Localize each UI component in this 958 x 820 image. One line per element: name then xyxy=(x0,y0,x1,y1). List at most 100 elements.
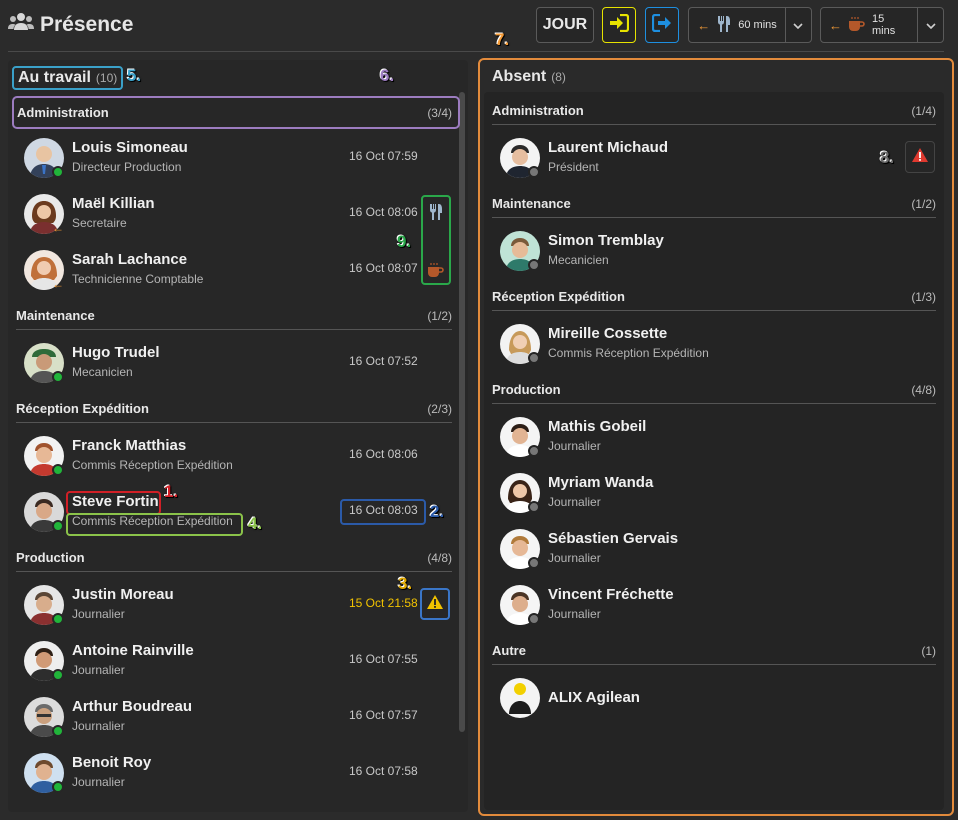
day-view-button[interactable]: JOUR xyxy=(536,7,594,43)
employee-row[interactable]: Sébastien Gervais Journalier xyxy=(500,523,900,575)
coffee-dropdown-toggle[interactable] xyxy=(917,8,943,42)
punch-time: 16 Oct 07:59 xyxy=(349,149,418,163)
present-status-dot xyxy=(52,613,64,625)
group-count: (1/2) xyxy=(911,196,936,211)
employee-row[interactable]: Hugo Trudel Mecanicien 16 Oct 07:52 xyxy=(24,337,424,389)
employee-role: Technicienne Comptable xyxy=(72,272,204,286)
present-status-dot xyxy=(52,725,64,737)
group-count: (1) xyxy=(921,643,936,658)
punch-time: 16 Oct 07:58 xyxy=(349,764,418,778)
group-count: (2/3) xyxy=(427,401,452,416)
meal-break-button[interactable]: ← 60 mins xyxy=(688,7,812,43)
group-name: Administration xyxy=(492,103,584,118)
employee-role: Journalier xyxy=(72,719,125,733)
absent-status-dot xyxy=(528,501,540,513)
employee-role-highlight xyxy=(66,513,243,536)
group-count: (1/4) xyxy=(911,103,936,118)
punch-time: 16 Oct 08:07 xyxy=(349,261,418,275)
group-name: Maintenance xyxy=(16,308,95,323)
annotation-marker-5: 5. xyxy=(127,66,142,85)
present-status-dot xyxy=(52,781,64,793)
group-count: (3/4) xyxy=(427,105,452,120)
employee-row[interactable]: Arthur Boudreau Journalier 16 Oct 07:57 xyxy=(24,691,424,743)
employee-role: Journalier xyxy=(72,607,125,621)
absent-status-dot xyxy=(528,166,540,178)
employee-row[interactable]: ALIX Agilean xyxy=(500,672,900,724)
employee-row[interactable]: Justin Moreau Journalier 15 Oct 21:58 xyxy=(24,579,424,631)
fork-knife-icon[interactable] xyxy=(428,203,444,226)
employee-row[interactable]: Myriam Wanda Journalier xyxy=(500,467,900,519)
on-break-arrow-icon: ← xyxy=(52,221,64,235)
employee-name: Mireille Cossette xyxy=(548,325,668,342)
absent-status-dot xyxy=(528,613,540,625)
absent-status-dot xyxy=(528,352,540,364)
employee-role: Journalier xyxy=(548,439,601,453)
group-count: (4/8) xyxy=(911,382,936,397)
group-header-maintenance[interactable]: Maintenance (1/2) xyxy=(492,190,936,218)
employee-name: Benoit Roy xyxy=(72,754,152,771)
group-count: (1/3) xyxy=(911,289,936,304)
at-work-scrollbar[interactable] xyxy=(459,92,465,732)
annotation-marker-2: 2. xyxy=(430,502,445,521)
annotation-marker-6: 6. xyxy=(380,66,395,85)
punch-in-icon xyxy=(609,13,630,37)
group-name: Réception Expédition xyxy=(492,289,625,304)
employee-row[interactable]: Antoine Rainville Journalier 16 Oct 07:5… xyxy=(24,635,424,687)
employee-role: Commis Réception Expédition xyxy=(548,346,709,360)
punch-time: 16 Oct 07:55 xyxy=(349,652,418,666)
fork-knife-icon xyxy=(716,15,732,36)
punch-out-button[interactable] xyxy=(645,7,679,43)
employee-row[interactable]: Mathis Gobeil Journalier xyxy=(500,411,900,463)
employee-name: Arthur Boudreau xyxy=(72,698,192,715)
group-header-reception-expedition[interactable]: Réception Expédition (1/3) xyxy=(492,283,936,311)
annotation-marker-9: 9. xyxy=(397,232,412,251)
employee-role: Commis Réception Expédition xyxy=(72,458,233,472)
employee-row[interactable]: Simon Tremblay Mecanicien xyxy=(500,225,900,277)
group-header-production[interactable]: Production (4/8) xyxy=(16,544,452,572)
annotation-marker-7: 7. xyxy=(495,30,510,49)
warning-icon xyxy=(911,147,929,168)
coffee-icon[interactable] xyxy=(427,262,445,283)
users-icon xyxy=(8,12,34,37)
employee-name: Mathis Gobeil xyxy=(548,418,647,435)
present-status-dot xyxy=(52,371,64,383)
annotation-marker-1: 1. xyxy=(164,482,179,501)
employee-row[interactable]: Mireille Cossette Commis Réception Expéd… xyxy=(500,318,900,370)
page-title: Présence xyxy=(40,12,134,36)
employee-row[interactable]: Louis Simoneau Directeur Production 16 O… xyxy=(24,132,424,184)
employee-row[interactable]: ← Sarah Lachance Technicienne Comptable … xyxy=(24,244,424,296)
group-header-administration[interactable]: Administration (1/4) xyxy=(492,97,936,125)
meal-dropdown-toggle[interactable] xyxy=(784,8,811,42)
coffee-break-button[interactable]: ← 15 mins xyxy=(820,7,944,43)
at-work-count: (10) xyxy=(95,71,118,85)
overtime-warning-button[interactable] xyxy=(420,588,450,620)
employee-name: Sébastien Gervais xyxy=(548,530,679,547)
employee-row[interactable]: Laurent Michaud Président xyxy=(500,132,900,184)
employee-row[interactable]: Franck Matthias Commis Réception Expédit… xyxy=(24,430,424,482)
employee-row[interactable]: Vincent Fréchette Journalier xyxy=(500,579,900,631)
warning-icon xyxy=(426,594,444,615)
employee-name: Hugo Trudel xyxy=(72,344,160,361)
employee-row[interactable]: Benoit Roy Journalier 16 Oct 07:58 xyxy=(24,747,424,799)
group-header-reception-expedition[interactable]: Réception Expédition (2/3) xyxy=(16,395,452,423)
group-header-production[interactable]: Production (4/8) xyxy=(492,376,936,404)
employee-name-highlight xyxy=(66,491,161,515)
employee-name: Sarah Lachance xyxy=(72,251,188,268)
header-divider xyxy=(8,51,944,52)
group-header-autre[interactable]: Autre (1) xyxy=(492,637,936,665)
group-header-maintenance[interactable]: Maintenance (1/2) xyxy=(16,302,452,330)
present-status-dot xyxy=(52,669,64,681)
employee-role: Directeur Production xyxy=(72,160,182,174)
absent-status-dot xyxy=(528,557,540,569)
employee-role: Journalier xyxy=(548,495,601,509)
employee-row[interactable]: ← Maël Killian Secretaire 16 Oct 08:06 xyxy=(24,188,424,240)
employee-role: Secretaire xyxy=(72,216,127,230)
punch-time: 16 Oct 08:06 xyxy=(349,205,418,219)
punch-in-button[interactable] xyxy=(602,7,636,43)
absence-alert-button[interactable] xyxy=(905,141,935,173)
present-status-dot xyxy=(52,464,64,476)
employee-name: Louis Simoneau xyxy=(72,139,188,156)
employee-name: Simon Tremblay xyxy=(548,232,664,249)
group-name: Autre xyxy=(492,643,526,658)
group-header-administration[interactable]: Administration (3/4) xyxy=(12,96,460,129)
